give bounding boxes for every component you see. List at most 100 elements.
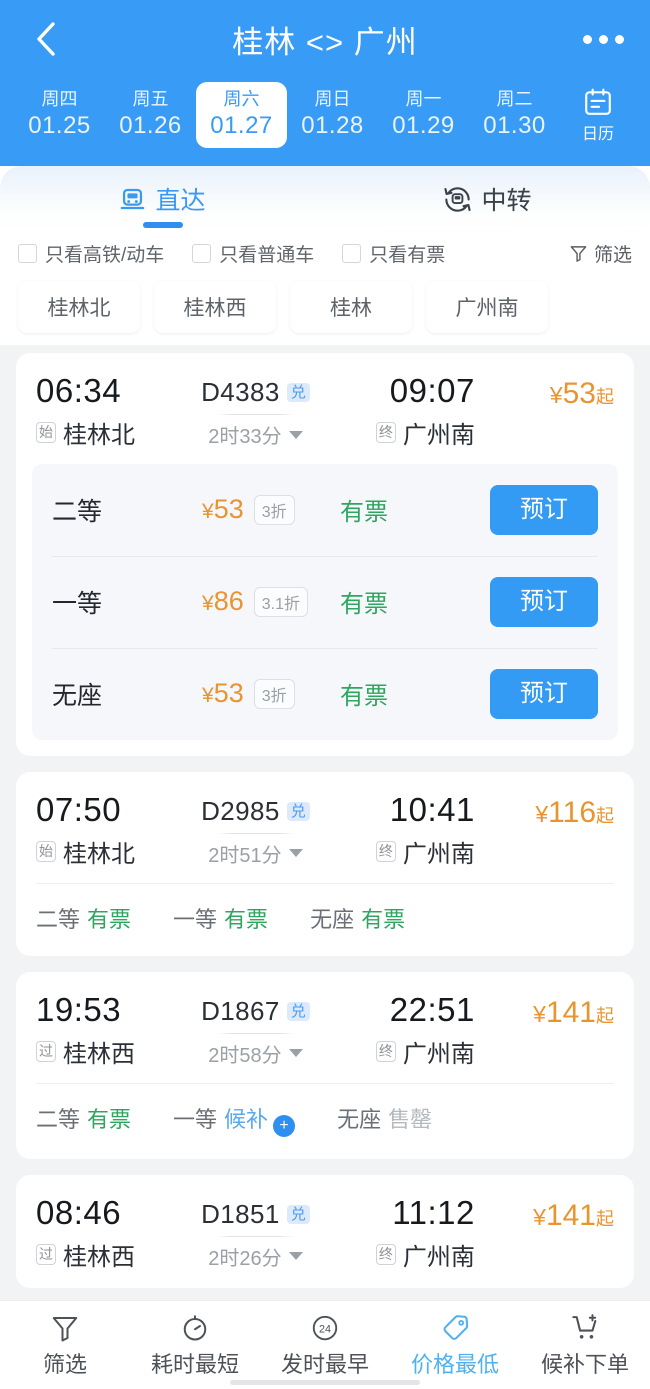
arrival-info: 09:07 终 广州南: [310, 372, 475, 450]
seat-status: 候补: [224, 1106, 269, 1132]
train-card[interactable]: 08:46 过 桂林西 D1851 兑 2时26分 11:12 终 广州南 ¥1…: [16, 1174, 634, 1288]
filter-button[interactable]: 筛选: [569, 240, 632, 267]
seat-status: 有票: [87, 906, 132, 932]
funnel-icon: [570, 246, 587, 262]
station-chip-row: 桂林北 桂林西 桂林 广州南: [0, 273, 650, 345]
price-suffix: 起: [596, 1208, 614, 1229]
date-tab-4[interactable]: 周一 01.29: [378, 82, 469, 148]
station-chip-1[interactable]: 桂林西: [154, 281, 276, 333]
date-tab-0[interactable]: 周四 01.25: [14, 82, 105, 148]
divider: [217, 414, 294, 415]
departure-time: 19:53: [36, 990, 122, 1028]
seat-class: 二等: [36, 906, 81, 932]
train-number: D1851: [201, 1198, 280, 1229]
train-middle-info[interactable]: D2985 兑 2时51分: [201, 792, 310, 868]
train-middle-info[interactable]: D4383 兑 2时33分: [201, 373, 310, 449]
seat-class: 无座: [310, 906, 355, 932]
duration-row[interactable]: 2时51分: [201, 839, 310, 868]
price-currency: ¥: [533, 1000, 546, 1027]
arrival-station: 广州南: [402, 840, 475, 868]
train-summary-row[interactable]: 07:50 始 桂林北 D2985 兑 2时51分 10:41 终 广州南 ¥1…: [16, 772, 634, 883]
chevron-left-icon: [37, 22, 55, 56]
price-value: 53: [562, 377, 596, 410]
duration-text: 2时33分: [208, 426, 282, 448]
duration-row[interactable]: 2时58分: [201, 1039, 310, 1068]
waitlist-add-icon[interactable]: +: [273, 1114, 296, 1137]
bottom-nav-lowest-price[interactable]: 价格最低: [390, 1311, 520, 1379]
date-value: 01.26: [119, 112, 182, 140]
checkbox-box: [342, 244, 362, 263]
train-card[interactable]: 06:34 始 桂林北 D4383 兑 2时33分 09:07 终 广州南 ¥5…: [16, 353, 634, 756]
bottom-nav-filter[interactable]: 筛选: [0, 1311, 130, 1379]
train-list[interactable]: 06:34 始 桂林北 D4383 兑 2时33分 09:07 终 广州南 ¥5…: [0, 345, 650, 1300]
seat-status: 售罄: [388, 1106, 433, 1132]
seat-status: 有票: [87, 1106, 132, 1132]
bottom-nav-earliest-departure[interactable]: 24 发时最早: [260, 1311, 390, 1379]
date-tab-5[interactable]: 周二 01.30: [469, 82, 560, 148]
book-button[interactable]: 预订: [490, 576, 598, 627]
duration-row[interactable]: 2时33分: [201, 420, 310, 449]
date-tab-1[interactable]: 周五 01.26: [105, 82, 196, 148]
more-options-button[interactable]: [583, 34, 624, 44]
date-weekday: 周日: [314, 89, 351, 110]
departure-info: 06:34 始 桂林北: [36, 372, 201, 450]
train-middle-info[interactable]: D1851 兑 2时26分: [201, 1195, 310, 1271]
train-summary-row[interactable]: 19:53 过 桂林西 D1867 兑 2时58分 22:51 终 广州南 ¥1…: [16, 972, 634, 1083]
checkbox-has-ticket[interactable]: 只看有票: [342, 240, 445, 267]
train-middle-info[interactable]: D1867 兑 2时58分: [201, 992, 310, 1068]
date-weekday: 周四: [41, 89, 78, 110]
station-chip-0[interactable]: 桂林北: [18, 281, 140, 333]
departure-station-tag: 过: [36, 1243, 56, 1266]
price-suffix: 起: [596, 805, 614, 826]
seat-status: 有票: [340, 499, 388, 527]
date-value: 01.30: [483, 112, 546, 140]
seat-status: 有票: [224, 906, 269, 932]
chevron-down-icon: [288, 1252, 303, 1261]
bottom-nav-shortest-duration[interactable]: 耗时最短: [130, 1311, 260, 1379]
bottom-nav-label: 发时最早: [280, 1352, 369, 1377]
arrival-time: 10:41: [389, 790, 475, 828]
date-weekday: 周一: [405, 89, 442, 110]
arrival-info: 11:12 终 广州南: [310, 1194, 475, 1272]
book-button[interactable]: 预订: [490, 668, 598, 719]
bottom-nav-waitlist-order[interactable]: 候补下单: [520, 1311, 650, 1379]
train-card[interactable]: 19:53 过 桂林西 D1867 兑 2时58分 22:51 终 广州南 ¥1…: [16, 971, 634, 1159]
date-selector: 周四 01.25 周五 01.26 周六 01.27 周日 01.28 周一 0…: [0, 78, 650, 152]
seat-summary-item: 无座 售罄: [337, 1102, 432, 1137]
checkbox-high-speed[interactable]: 只看高铁/动车: [18, 240, 164, 267]
station-chip-2[interactable]: 桂林: [290, 281, 412, 333]
app-header: 桂林 <> 广州 周四 01.25 周五 01.26 周六 01.27 周日 0…: [0, 0, 650, 166]
train-summary-row[interactable]: 08:46 过 桂林西 D1851 兑 2时26分 11:12 终 广州南 ¥1…: [16, 1175, 634, 1286]
divider: [217, 1235, 294, 1237]
arrival-station-tag: 终: [375, 1243, 396, 1266]
date-tab-3[interactable]: 周日 01.28: [287, 82, 378, 148]
seat-detail-list: 二等 ¥53 3折 有票 预订 一等 ¥86 3.1折 有票 预订 无座 ¥53…: [32, 463, 618, 740]
book-button[interactable]: 预订: [490, 484, 598, 535]
date-weekday: 周六: [223, 89, 260, 110]
exchange-badge: 兑: [286, 1001, 310, 1021]
duration-row[interactable]: 2时26分: [201, 1242, 310, 1271]
duration-text: 2时51分: [208, 844, 282, 867]
train-search-screen: 桂林 <> 广州 周四 01.25 周五 01.26 周六 01.27 周日 0…: [0, 0, 650, 1389]
price-summary: ¥53起: [475, 373, 614, 411]
price-suffix: 起: [596, 1005, 614, 1026]
calendar-button[interactable]: 日历: [560, 87, 636, 144]
chevron-down-icon: [288, 849, 303, 858]
train-card[interactable]: 07:50 始 桂林北 D2985 兑 2时51分 10:41 终 广州南 ¥1…: [16, 771, 634, 956]
tab-transfer[interactable]: 中转: [325, 166, 650, 232]
date-weekday: 周五: [132, 89, 169, 110]
departure-station-tag: 始: [36, 840, 56, 863]
date-value: 01.27: [210, 112, 273, 140]
date-value: 01.29: [392, 112, 455, 140]
tab-direct[interactable]: 直达: [0, 166, 325, 232]
train-summary-row[interactable]: 06:34 始 桂林北 D4383 兑 2时33分 09:07 终 广州南 ¥5…: [16, 353, 634, 464]
price-suffix: 起: [596, 387, 614, 407]
home-indicator: [230, 1380, 420, 1385]
station-chip-3[interactable]: 广州南: [426, 281, 548, 333]
checkbox-normal-train[interactable]: 只看普通车: [192, 240, 314, 267]
train-number: D4383: [201, 377, 280, 407]
back-button[interactable]: [26, 19, 66, 59]
arrival-info: 10:41 终 广州南: [310, 790, 475, 869]
date-tab-2[interactable]: 周六 01.27: [196, 82, 287, 148]
seat-row: 二等 ¥53 3折 有票 预订: [32, 464, 618, 556]
